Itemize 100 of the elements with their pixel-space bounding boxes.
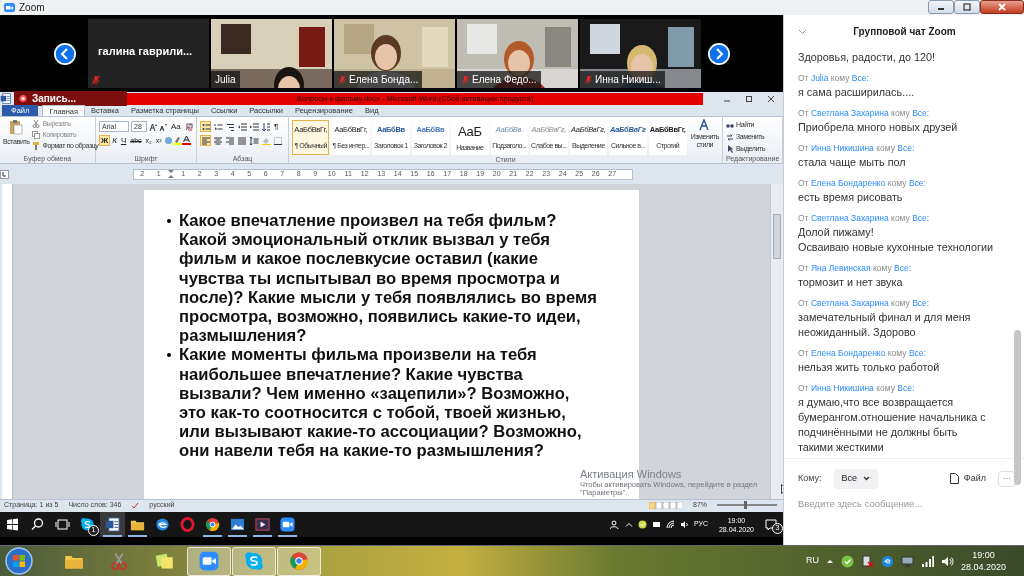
speaker-icon[interactable] xyxy=(679,520,689,529)
document-icon xyxy=(0,93,11,104)
bullet-icon xyxy=(167,219,171,223)
message-text: я сама расширилась.... xyxy=(798,85,916,100)
close-button[interactable] xyxy=(980,0,1024,14)
spelling-check-icon[interactable] xyxy=(131,501,140,509)
indent-marker-icon[interactable] xyxy=(167,170,175,178)
chevron-up-icon[interactable] xyxy=(624,520,633,529)
video-camera-icon xyxy=(4,3,15,12)
show-marks-button[interactable]: ¶ xyxy=(272,121,281,132)
recording-label: Запись... xyxy=(32,92,77,106)
film-icon[interactable] xyxy=(255,517,270,532)
notifications-icon[interactable] xyxy=(765,518,777,531)
participant-name: Инна Никиш... xyxy=(595,73,661,87)
message-header: От Светлана Захарина кому Все: xyxy=(798,212,931,225)
highlighter-icon[interactable] xyxy=(172,136,182,145)
shrink-font-icon[interactable] xyxy=(159,122,167,131)
people-icon[interactable] xyxy=(609,519,620,530)
maximize-button[interactable] xyxy=(745,94,753,103)
sort-button[interactable] xyxy=(260,121,271,132)
browser-icon xyxy=(289,551,309,571)
clipboard-icon xyxy=(9,119,24,135)
activation-title: Активация Windows xyxy=(580,468,683,480)
recipient-label: Кому: xyxy=(798,472,822,485)
borders-button[interactable] xyxy=(272,135,283,146)
line-spacing-button[interactable] xyxy=(248,135,259,146)
grow-font-icon[interactable] xyxy=(149,122,157,131)
check-icon[interactable] xyxy=(637,520,647,529)
message-header: От Елена Бондаренко кому Все: xyxy=(798,177,927,190)
bullet-text: Какое впечатление произвел на тебя фильм? Какой эмоциональный отклик вызвал у тебя фильм и какое послевкусие оставил (какие чувства ты испытывал во время просмотра и после)? Какие мысли у тебя появлялись во время просмотра, возможно, появились какие-то идеи, размышления? xyxy=(179,211,598,346)
message-text: есть время рисовать xyxy=(798,190,904,205)
browser-icon[interactable] xyxy=(155,517,170,532)
bullet-text: Какие моменты фильма произвели на тебя наибольшее впечатление? Какие чувства вызвали? Чем именно «зацепили»? Возможно, это как-то соотносится с тобой, твоей жизнью, или вызывают какие-то ассоциации? Возможно, они навели тебя на какие-то размышления? xyxy=(179,345,583,461)
brush-icon xyxy=(32,142,41,150)
copy-icon xyxy=(32,131,41,139)
message-text: тормозит и нет звука xyxy=(798,275,904,290)
monitor-icon[interactable] xyxy=(900,554,914,568)
more-button[interactable]: ··· xyxy=(998,470,1016,487)
next-button[interactable] xyxy=(708,42,730,65)
format-button[interactable]: Ч xyxy=(118,135,129,146)
tab-selector-icon[interactable] xyxy=(0,169,9,179)
cursor-icon xyxy=(726,145,734,153)
participant-name: Елена Федо... xyxy=(472,73,537,87)
taskbar-button[interactable] xyxy=(187,546,231,576)
replace-icon xyxy=(726,133,734,141)
font-color-icon[interactable] xyxy=(181,136,191,145)
format-button[interactable]: К xyxy=(110,135,119,146)
chevron-down-icon[interactable] xyxy=(798,28,807,35)
device-error-icon[interactable] xyxy=(860,554,874,568)
participant-name: галина гаврили... xyxy=(98,44,193,59)
ring-icon[interactable] xyxy=(180,517,195,532)
record-icon xyxy=(17,94,29,103)
bullet-list-button[interactable] xyxy=(200,121,211,132)
check-icon[interactable] xyxy=(840,554,854,568)
recipient-dropdown[interactable]: Все xyxy=(833,469,879,489)
image-icon[interactable] xyxy=(230,517,245,532)
signal-icon[interactable] xyxy=(920,554,934,568)
minimize-button[interactable] xyxy=(928,0,954,14)
taskbar-button[interactable] xyxy=(232,546,276,576)
scrollbar-thumb[interactable] xyxy=(1014,330,1021,485)
browser-icon[interactable] xyxy=(205,517,220,532)
format-button[interactable]: Ж xyxy=(99,135,111,146)
clear-format-icon[interactable] xyxy=(184,122,193,131)
chevron-up-icon[interactable] xyxy=(825,557,834,565)
multilevel-list-button[interactable] xyxy=(224,121,235,132)
sticky-notes-icon[interactable] xyxy=(154,551,174,571)
keyboard-language[interactable]: RU xyxy=(805,554,819,568)
bullet-icon xyxy=(167,353,171,358)
taskbar-button[interactable] xyxy=(277,546,321,576)
video-camera-icon[interactable] xyxy=(280,517,295,532)
document-icon[interactable] xyxy=(105,517,120,532)
message-text: стала чаще мыть пол xyxy=(798,155,907,170)
message-header: От Елена Бондаренко кому Все: xyxy=(798,347,927,360)
style-letter-icon xyxy=(698,119,711,131)
message-text: нельзя жить только работой xyxy=(798,360,941,375)
participant-name: Елена Бонда... xyxy=(349,73,419,87)
message-text: Приобрела много новых друзей xyxy=(798,120,959,135)
message-text: Здоровья, радости, до 120! xyxy=(798,50,937,65)
scrollbar[interactable] xyxy=(770,184,783,499)
message-text: замечательный финал и для меня неожиданный. Здорово xyxy=(798,310,972,340)
window-title: Zoom xyxy=(19,1,45,15)
close-button[interactable] xyxy=(767,94,775,103)
skype-icon xyxy=(244,551,264,571)
panel-title: Групповой чат Zoom xyxy=(852,25,957,39)
speaker-icon[interactable] xyxy=(940,554,954,568)
file-icon xyxy=(949,473,959,485)
binoculars-icon xyxy=(726,121,734,129)
file-button[interactable]: Файл xyxy=(949,472,986,486)
scissors-icon xyxy=(32,120,41,128)
message-header: От Julia кому Все: xyxy=(798,72,870,85)
message-text: Долой пижаму! Осваиваю новые кухонные технологии xyxy=(798,225,994,255)
participant-name: Julia xyxy=(215,73,236,87)
previous-button[interactable] xyxy=(54,42,76,65)
maximize-button[interactable] xyxy=(954,0,980,14)
message-text: я думаю,что все возвращается бумерангом.отношение начальника с подчинёнными не должны быть такими жесткими xyxy=(798,395,987,455)
change-case-button[interactable]: Aa xyxy=(169,121,183,132)
network-icon[interactable] xyxy=(665,520,675,529)
message-header: От Светлана Захарина кому Все: xyxy=(798,107,931,120)
participant-tile[interactable]: галина гаврили... xyxy=(88,19,209,88)
clock[interactable]: 19:00 28.04.2020 xyxy=(960,549,1006,573)
